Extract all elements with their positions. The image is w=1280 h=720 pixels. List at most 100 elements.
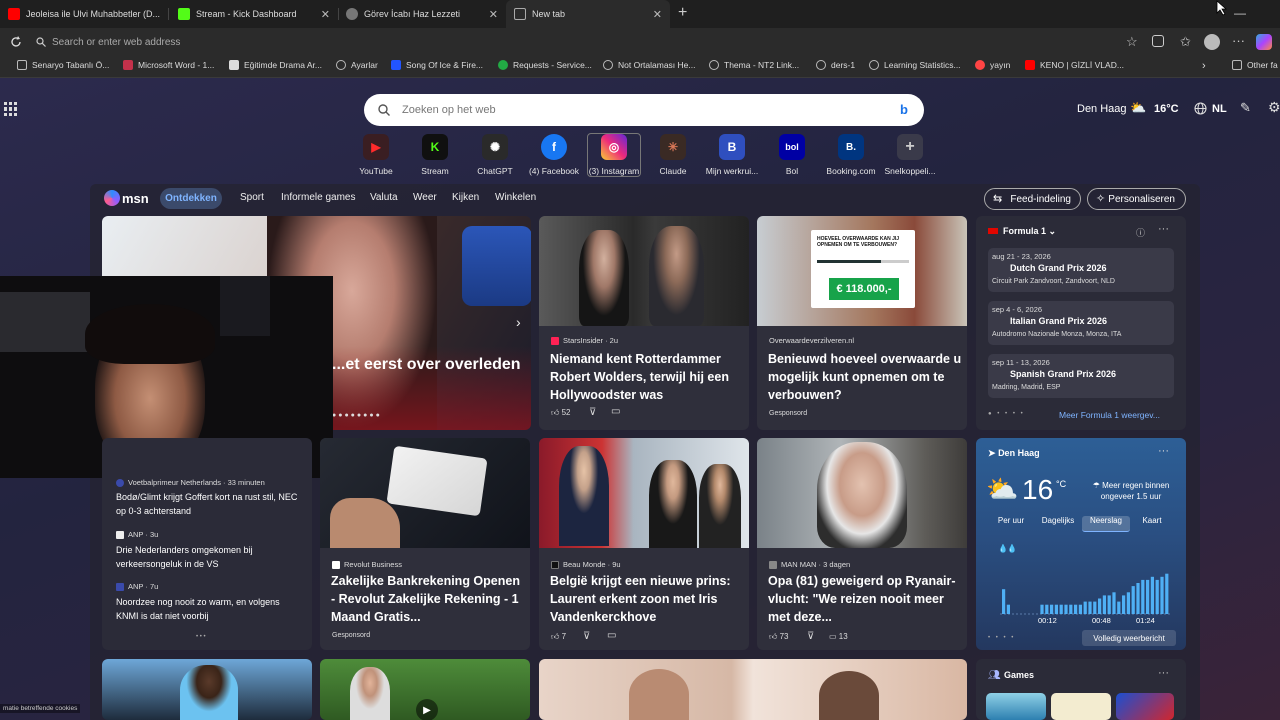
news-card[interactable]: MAN MAN · 3 dagen Opa (81) geweigerd op … bbox=[757, 438, 967, 650]
bing-icon[interactable]: b bbox=[900, 102, 908, 117]
more-menu-icon[interactable]: ··· bbox=[1232, 33, 1245, 48]
app-launcher-icon[interactable] bbox=[4, 102, 18, 116]
dislike-icon[interactable]: ⊽ bbox=[583, 631, 590, 642]
cookie-notice[interactable]: matie betreffende cookies bbox=[0, 704, 81, 713]
tab-gorev[interactable]: Görev İcabı Haz Lezzeti ✕ bbox=[338, 0, 506, 28]
nav-informele-games[interactable]: Informele games bbox=[281, 192, 355, 203]
favorite-item[interactable]: ders-1 bbox=[816, 60, 855, 70]
dislike-icon[interactable]: ⊽ bbox=[807, 631, 814, 642]
f1-title[interactable]: Formula 1 ⌄ bbox=[1003, 226, 1056, 237]
news-card[interactable]: StarsInsider · 2u Niemand kent Rotterdam… bbox=[539, 216, 749, 430]
news-card[interactable]: ▶ bbox=[320, 659, 530, 720]
f1-race-item[interactable]: sep 4 - 6, 2026 Italian Grand Prix 2026 … bbox=[988, 301, 1174, 345]
sponsored-card[interactable]: Revolut Business Zakelijke Bankrekening … bbox=[320, 438, 530, 650]
weather-temp[interactable]: 16°C bbox=[1154, 103, 1179, 115]
tab-youtube[interactable]: Jeoleisa ile Ulvi Muhabbetler (D... bbox=[0, 0, 170, 28]
sponsored-card[interactable]: HOEVEEL OVERWAARDE KAN JIJ OPNEMEN OM TE… bbox=[757, 216, 967, 430]
news-list-item[interactable]: Noordzee nog nooit zo warm, en volgens K… bbox=[116, 595, 302, 623]
carousel-dots[interactable]: ● • • • • bbox=[988, 411, 1025, 417]
quicklink-bol[interactable]: bol Bol bbox=[763, 134, 821, 176]
comment-icon[interactable]: ▭ bbox=[611, 406, 620, 417]
favorite-item[interactable]: Ayarlar bbox=[336, 60, 378, 70]
extensions-icon[interactable] bbox=[1152, 35, 1164, 47]
news-card[interactable]: Beau Monde · 9u België krijgt een nieuwe… bbox=[539, 438, 749, 650]
favorite-item[interactable]: yayın bbox=[975, 60, 1010, 70]
tab-kaart[interactable]: Kaart bbox=[1130, 516, 1174, 532]
carousel-dots[interactable]: • • • bbox=[196, 634, 206, 640]
copilot-icon[interactable] bbox=[1256, 34, 1272, 50]
info-icon[interactable]: ⓘ bbox=[1136, 226, 1145, 239]
f1-race-item[interactable]: aug 21 - 23, 2026 Dutch Grand Prix 2026 … bbox=[988, 248, 1174, 292]
settings-gear-icon[interactable]: ⚙ bbox=[1268, 99, 1280, 116]
web-search-input[interactable]: Zoeken op het web b bbox=[364, 94, 924, 126]
weather-unit[interactable]: °C bbox=[1056, 479, 1066, 489]
carousel-dots[interactable]: • • • • bbox=[988, 635, 1015, 641]
favorite-item[interactable]: Senaryo Tabanlı Ö... bbox=[17, 60, 109, 70]
feed-layout-button[interactable]: ⇆ Feed-indeling bbox=[984, 188, 1081, 210]
nav-sport[interactable]: Sport bbox=[240, 192, 264, 203]
f1-race-item[interactable]: sep 11 - 13, 2026 Spanish Grand Prix 202… bbox=[988, 354, 1174, 398]
play-icon[interactable]: ▶ bbox=[416, 699, 438, 720]
comment-icon[interactable]: ▭ bbox=[607, 630, 616, 641]
quicklink-chatgpt[interactable]: ✺ ChatGPT bbox=[466, 134, 524, 176]
more-options-icon[interactable]: ··· bbox=[1158, 445, 1169, 457]
nav-ontdekken[interactable]: Ontdekken bbox=[160, 188, 222, 209]
article-title[interactable]: Zakelijke Bankrekening Openen - Revolut … bbox=[331, 572, 527, 626]
like-button[interactable]: 👍︎ 52 bbox=[551, 408, 571, 418]
quicklink-facebook[interactable]: f (4) Facebook bbox=[525, 134, 583, 176]
language-selector[interactable]: NL bbox=[1212, 103, 1227, 115]
tab-kick[interactable]: Stream - Kick Dashboard ✕ bbox=[170, 0, 338, 28]
globe-icon[interactable] bbox=[1194, 102, 1207, 115]
tab-new-tab[interactable]: New tab ✕ bbox=[506, 0, 670, 28]
quicklink-werkruimte[interactable]: B Mijn werkrui... bbox=[703, 134, 761, 176]
weather-city[interactable]: Den Haag bbox=[1077, 103, 1127, 115]
news-list-item[interactable]: Bodø/Glimt krijgt Goffert kort na rust s… bbox=[116, 490, 302, 518]
edit-pencil-icon[interactable]: ✎ bbox=[1240, 100, 1251, 116]
like-button[interactable]: 👍︎ 7 bbox=[551, 632, 566, 642]
game-tile[interactable] bbox=[1051, 693, 1111, 720]
favorite-item[interactable]: Learning Statistics... bbox=[869, 60, 961, 70]
msn-logo-text[interactable]: msn bbox=[122, 191, 149, 206]
game-tile[interactable] bbox=[986, 693, 1046, 720]
dislike-icon[interactable]: ⊽ bbox=[589, 407, 596, 418]
other-favorites[interactable]: Other fa bbox=[1232, 60, 1278, 70]
tab-per-uur[interactable]: Per uur bbox=[988, 516, 1034, 532]
quicklink-claude[interactable]: ✳ Claude bbox=[644, 134, 702, 176]
chevron-right-icon[interactable]: › bbox=[516, 314, 521, 330]
favorite-item[interactable]: Eğitimde Drama Ar... bbox=[229, 60, 322, 70]
new-tab-plus-icon[interactable]: + bbox=[678, 4, 687, 22]
nav-valuta[interactable]: Valuta bbox=[370, 192, 398, 203]
game-tile[interactable] bbox=[1116, 693, 1174, 720]
quicklink-instagram[interactable]: ◎ (3) Instagram bbox=[585, 134, 643, 176]
tab-dagelijks[interactable]: Dagelijks bbox=[1034, 516, 1082, 532]
full-forecast-button[interactable]: Volledig weerbericht bbox=[1082, 630, 1176, 646]
article-title[interactable]: Benieuwd hoeveel overwaarde u mogelijk k… bbox=[768, 350, 964, 404]
article-title[interactable]: Niemand kent Rotterdammer Robert Wolders… bbox=[550, 350, 742, 404]
favorite-item[interactable]: KENO | GİZLİ VLAD... bbox=[1025, 60, 1124, 70]
nav-kijken[interactable]: Kijken bbox=[452, 192, 479, 203]
close-icon[interactable]: ✕ bbox=[489, 8, 498, 21]
refresh-icon[interactable] bbox=[10, 36, 22, 48]
games-title[interactable]: Games bbox=[1004, 670, 1034, 680]
favorite-item[interactable]: Song Of Ice & Fire... bbox=[391, 60, 483, 70]
minimize-icon[interactable]: — bbox=[1234, 6, 1246, 20]
f1-more-link[interactable]: Meer Formula 1 weergev... bbox=[1059, 410, 1160, 420]
tab-neerslag[interactable]: Neerslag bbox=[1082, 516, 1130, 532]
more-options-icon[interactable]: ··· bbox=[1158, 667, 1169, 679]
favorites-icon[interactable]: ✩ bbox=[1180, 34, 1191, 50]
favorite-item[interactable]: Thema - NT2 Link... bbox=[709, 60, 799, 70]
news-card[interactable] bbox=[102, 659, 312, 720]
quicklink-stream[interactable]: K Stream bbox=[406, 134, 464, 176]
chevron-right-icon[interactable]: › bbox=[1202, 60, 1206, 72]
article-title[interactable]: Opa (81) geweigerd op Ryanair-vlucht: "W… bbox=[768, 572, 964, 626]
carousel-dots[interactable]: ●●●●●●●● bbox=[332, 412, 382, 419]
nav-weer[interactable]: Weer bbox=[413, 192, 437, 203]
profile-avatar[interactable] bbox=[1204, 34, 1220, 50]
favorite-item[interactable]: Microsoft Word - 1... bbox=[123, 60, 214, 70]
url-input[interactable]: Search or enter web address bbox=[30, 32, 1148, 52]
article-title[interactable]: België krijgt een nieuwe prins: Laurent … bbox=[550, 572, 746, 626]
quicklink-youtube[interactable]: ▶ YouTube bbox=[347, 134, 405, 176]
personalize-button[interactable]: ✧ Personaliseren bbox=[1087, 188, 1186, 210]
favorite-item[interactable]: Requests - Service... bbox=[498, 60, 592, 70]
quicklink-booking[interactable]: B. Booking.com bbox=[822, 134, 880, 176]
